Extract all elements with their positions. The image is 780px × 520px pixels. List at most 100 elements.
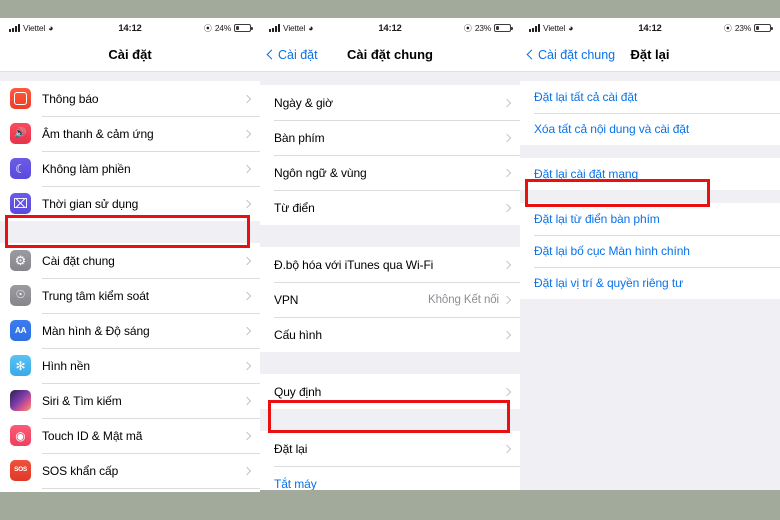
chevron-right-icon [502,295,512,304]
row-label: Không làm phiền [42,161,131,176]
list-item-date-time[interactable]: Ngày & giờ [260,85,520,120]
list-spacer [520,72,780,81]
settings-group-2: ⚙ Cài đặt chung ☉ Trung tâm kiểm soát AA… [0,243,260,492]
sidebar-item-wallpaper[interactable]: ✻ Hình nền [0,348,260,383]
general-group-3: Quy định [260,374,520,409]
notifications-icon [10,88,31,109]
screen-general: Viettel ◕ 14:12 ⦿ 23% Cài đặt Cài đặt ch… [260,18,520,490]
nav-bar-settings: Cài đặt [0,38,260,72]
battery-percent: 24% [214,23,231,33]
fingerprint-icon: ◉ [10,425,31,446]
chevron-right-icon [502,98,512,107]
back-button[interactable]: Cài đặt chung [526,47,616,62]
row-label: Xóa tất cả nội dung và cài đặt [534,122,690,136]
status-bar: Viettel ◕ 14:12 ⦿ 24% [0,18,260,38]
sidebar-item-notifications[interactable]: Thông báo [0,81,260,116]
list-spacer [520,190,780,203]
row-label: Cài đặt chung [42,253,115,268]
status-bar-right: ⦿ 23% [463,23,513,34]
chevron-right-icon [242,361,252,370]
back-button[interactable]: Cài đặt [266,47,318,62]
control-center-icon: ☉ [10,285,31,306]
display-brightness-icon: AA [10,320,31,341]
reset-group-3: Đặt lại từ điển bàn phím Đặt lại bố cục … [520,203,780,299]
general-group-4: Đặt lại Tắt máy [260,431,520,490]
screen-settings: Viettel ◕ 14:12 ⦿ 24% Cài đặt Thông báo … [0,18,260,492]
chevron-right-icon [242,396,252,405]
sidebar-item-siri-search[interactable]: Siri & Tìm kiếm [0,383,260,418]
status-bar-right: ⦿ 23% [723,23,773,34]
list-spacer [260,352,520,374]
row-label: Siri & Tìm kiếm [42,393,122,408]
sidebar-item-general[interactable]: ⚙ Cài đặt chung [0,243,260,278]
chevron-right-icon [242,256,252,265]
row-label: Quy định [274,384,322,399]
list-item-language-region[interactable]: Ngôn ngữ & vùng [260,155,520,190]
chevron-right-icon [242,326,252,335]
sidebar-item-touch-id[interactable]: ◉ Touch ID & Mật mã [0,418,260,453]
row-label: Cấu hình [274,327,322,342]
row-label: VPN [274,292,299,307]
sidebar-item-battery[interactable]: Pin [0,488,260,492]
list-item-shut-down[interactable]: Tắt máy [260,466,520,490]
reset-group-1: Đặt lại tất cả cài đặt Xóa tất cả nội du… [520,81,780,145]
back-label: Cài đặt chung [538,47,616,62]
vpn-status-value: Không Kết nối [428,293,499,306]
list-item-reset-keyboard-dictionary[interactable]: Đặt lại từ điển bàn phím [520,203,780,235]
page-title: Cài đặt [108,47,152,62]
list-item-keyboard[interactable]: Bàn phím [260,120,520,155]
sidebar-item-display-brightness[interactable]: AA Màn hình & Độ sáng [0,313,260,348]
sos-icon: SOS [10,460,31,481]
row-label: Đặt lại cài đặt mạng [534,167,639,181]
wallpaper-icon: ✻ [10,355,31,376]
chevron-left-icon [266,49,277,60]
sidebar-item-screen-time[interactable]: ⌧ Thời gian sử dụng [0,186,260,221]
list-item-vpn[interactable]: VPN Không Kết nối [260,282,520,317]
row-label: Màn hình & Độ sáng [42,323,150,338]
location-arrow-icon: ⦿ [723,23,732,33]
chevron-right-icon [242,129,252,138]
list-spacer [0,221,260,243]
sidebar-item-sos[interactable]: SOS SOS khẩn cấp [0,453,260,488]
list-filler [520,299,780,490]
status-bar: Viettel ◕ 14:12 ⦿ 23% [260,18,520,38]
chevron-right-icon [502,133,512,142]
row-label: Đặt lại từ điển bàn phím [534,212,660,226]
row-label: Đặt lại tất cả cài đặt [534,90,638,104]
chevron-right-icon [502,203,512,212]
sidebar-item-sounds[interactable]: 🔊 Âm thanh & cảm ứng [0,116,260,151]
chevron-right-icon [242,199,252,208]
chevron-right-icon [502,168,512,177]
list-item-dictionary[interactable]: Từ điển [260,190,520,225]
list-item-regulatory[interactable]: Quy định [260,374,520,409]
row-label: Từ điển [274,200,315,215]
row-label: Hình nền [42,358,90,373]
screen-reset: Viettel ◕ 14:12 ⦿ 23% Cài đặt chung Đặt … [520,18,780,490]
list-item-reset-network-settings[interactable]: Đặt lại cài đặt mạng [520,158,780,190]
list-spacer [260,225,520,247]
status-bar: Viettel ◕ 14:12 ⦿ 23% [520,18,780,38]
chevron-right-icon [502,387,512,396]
moon-icon: ☾ [10,158,31,179]
row-label: Đặt lại vị trí & quyền riêng tư [534,276,683,290]
row-label: Touch ID & Mật mã [42,428,143,443]
list-item-itunes-wifi-sync[interactable]: Đ.bộ hóa với iTunes qua Wi-Fi [260,247,520,282]
sidebar-item-control-center[interactable]: ☉ Trung tâm kiểm soát [0,278,260,313]
list-item-erase-all-content[interactable]: Xóa tất cả nội dung và cài đặt [520,113,780,145]
list-item-reset-all-settings[interactable]: Đặt lại tất cả cài đặt [520,81,780,113]
list-item-profile[interactable]: Cấu hình [260,317,520,352]
phone-panel-settings: Viettel ◕ 14:12 ⦿ 24% Cài đặt Thông báo … [0,0,260,520]
list-item-reset[interactable]: Đặt lại [260,431,520,466]
chevron-right-icon [242,94,252,103]
battery-percent: 23% [474,23,491,33]
row-label: Bàn phím [274,130,325,145]
list-item-reset-home-screen-layout[interactable]: Đặt lại bố cục Màn hình chính [520,235,780,267]
row-label: Trung tâm kiểm soát [42,288,150,303]
location-arrow-icon: ⦿ [463,23,472,33]
row-label: Thông báo [42,91,99,106]
back-label: Cài đặt [278,47,318,62]
list-item-reset-location-privacy[interactable]: Đặt lại vị trí & quyền riêng tư [520,267,780,299]
sidebar-item-do-not-disturb[interactable]: ☾ Không làm phiền [0,151,260,186]
general-group-2: Đ.bộ hóa với iTunes qua Wi-Fi VPN Không … [260,247,520,352]
row-label: Thời gian sử dụng [42,196,139,211]
